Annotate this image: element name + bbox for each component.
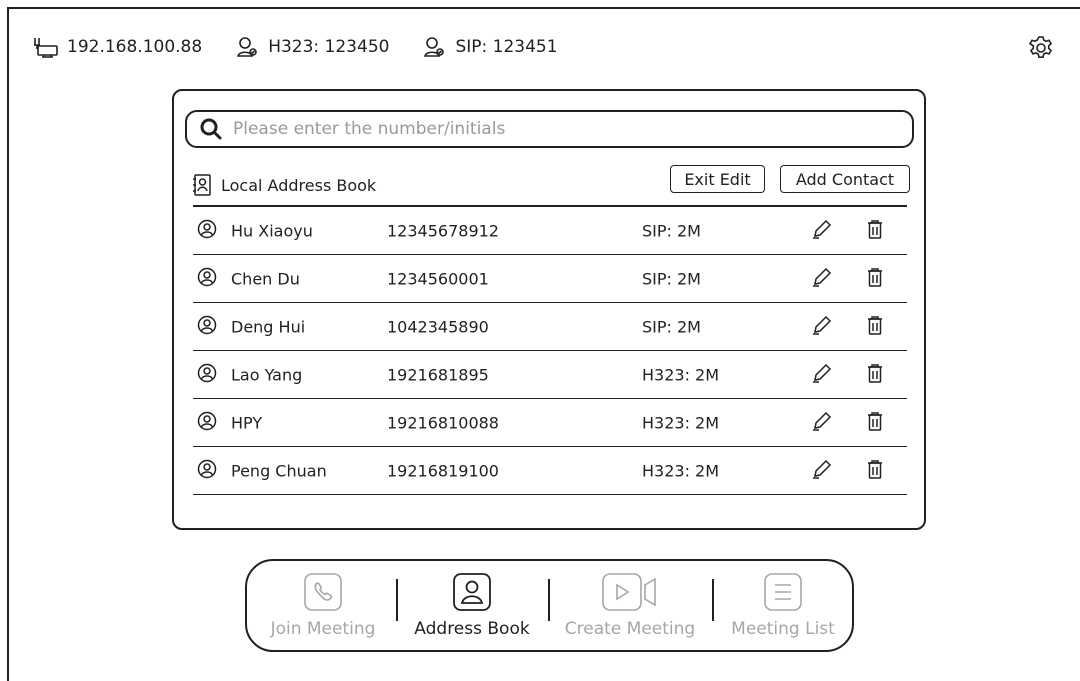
status-bar: 192.168.100.88 H323: 123450 SIP: 123451 [31,36,592,58]
contact-icon [453,573,491,611]
contact-name: Chen Du [231,269,300,288]
trash-icon[interactable] [865,218,885,244]
network-status: 192.168.100.88 [31,36,202,58]
h323-status: H323: 123450 [236,36,389,58]
contact-protocol: SIP: 2M [642,317,701,336]
avatar-icon [197,267,217,291]
avatar-icon [197,363,217,387]
sip-number: SIP: 123451 [455,37,558,57]
search-input[interactable] [233,119,873,139]
avatar-icon [197,219,217,243]
network-icon [34,38,58,58]
trash-icon[interactable] [865,314,885,340]
exit-edit-button[interactable]: Exit Edit [670,165,765,193]
edit-icon[interactable] [811,362,833,388]
edit-icon[interactable] [811,458,833,484]
nav-address-book-label: Address Book [414,619,530,639]
search-box[interactable] [185,110,914,148]
nav-address-book[interactable]: Address Book [407,573,537,639]
contact-number: 1042345890 [387,317,489,336]
contact-list: Hu Xiaoyu 12345678912 SIP: 2M Chen Du 123456… [193,207,907,495]
phone-icon [304,573,342,611]
contact-name: Lao Yang [231,365,303,384]
contact-name: Deng Hui [231,317,306,336]
trash-icon[interactable] [865,458,885,484]
nav-meeting-list[interactable]: Meeting List [723,573,843,639]
add-contact-button[interactable]: Add Contact [780,165,910,193]
table-row[interactable]: Lao Yang 1921681895 H323: 2M [193,351,907,399]
contact-table: Hu Xiaoyu 12345678912 SIP: 2M Chen Du 123456… [193,205,907,495]
edit-icon[interactable] [811,218,833,244]
contact-protocol: H323: 2M [642,413,720,432]
ip-address: 192.168.100.88 [67,37,203,57]
h323-number: H323: 123450 [268,37,390,57]
trash-icon[interactable] [865,266,885,292]
avatar-icon [197,411,217,435]
edit-icon[interactable] [811,266,833,292]
table-row[interactable]: Chen Du 1234560001 SIP: 2M [193,255,907,303]
trash-icon[interactable] [865,410,885,436]
contact-name: HPY [231,413,263,432]
edit-icon[interactable] [811,410,833,436]
contact-name: Peng Chuan [231,461,327,480]
settings-button[interactable] [1028,35,1054,65]
nav-meeting-list-label: Meeting List [731,619,835,639]
nav-create-meeting-label: Create Meeting [564,619,696,639]
avatar-icon [197,459,217,483]
edit-icon[interactable] [811,314,833,340]
list-icon [764,573,802,611]
table-row[interactable]: HPY 19216810088 H323: 2M [193,399,907,447]
nav-divider [712,579,714,621]
gear-icon [1028,36,1053,58]
address-book-panel: Local Address Book Exit Edit Add Contact… [172,89,926,530]
contact-number: 19216810088 [387,413,499,432]
table-row[interactable]: Deng Hui 1042345890 SIP: 2M [193,303,907,351]
video-icon [602,573,656,611]
contact-protocol: H323: 2M [642,365,720,384]
avatar-icon [197,315,217,339]
contact-number: 19216819100 [387,461,499,480]
nav-divider [396,579,398,621]
contact-protocol: SIP: 2M [642,269,701,288]
nav-join-meeting[interactable]: Join Meeting [263,573,383,639]
trash-icon[interactable] [865,362,885,388]
contact-protocol: H323: 2M [642,461,720,480]
contact-name: Hu Xiaoyu [231,221,313,240]
search-icon [200,118,222,140]
contact-number: 1234560001 [387,269,489,288]
bottom-nav: Join Meeting Address Book Create Meeting… [245,559,854,652]
table-row[interactable]: Hu Xiaoyu 12345678912 SIP: 2M [193,207,907,255]
contact-protocol: SIP: 2M [642,221,701,240]
nav-create-meeting[interactable]: Create Meeting [559,573,701,639]
table-row[interactable]: Peng Chuan 19216819100 H323: 2M [193,447,907,495]
account-icon [424,37,445,57]
contact-number: 12345678912 [387,221,499,240]
nav-join-meeting-label: Join Meeting [270,619,376,639]
contact-number: 1921681895 [387,365,489,384]
nav-divider [548,579,550,621]
contact-book-icon [193,174,211,196]
address-book-header: Local Address Book [192,173,376,197]
account-icon [237,37,257,57]
address-book-title: Local Address Book [221,175,377,195]
sip-status: SIP: 123451 [423,36,558,58]
